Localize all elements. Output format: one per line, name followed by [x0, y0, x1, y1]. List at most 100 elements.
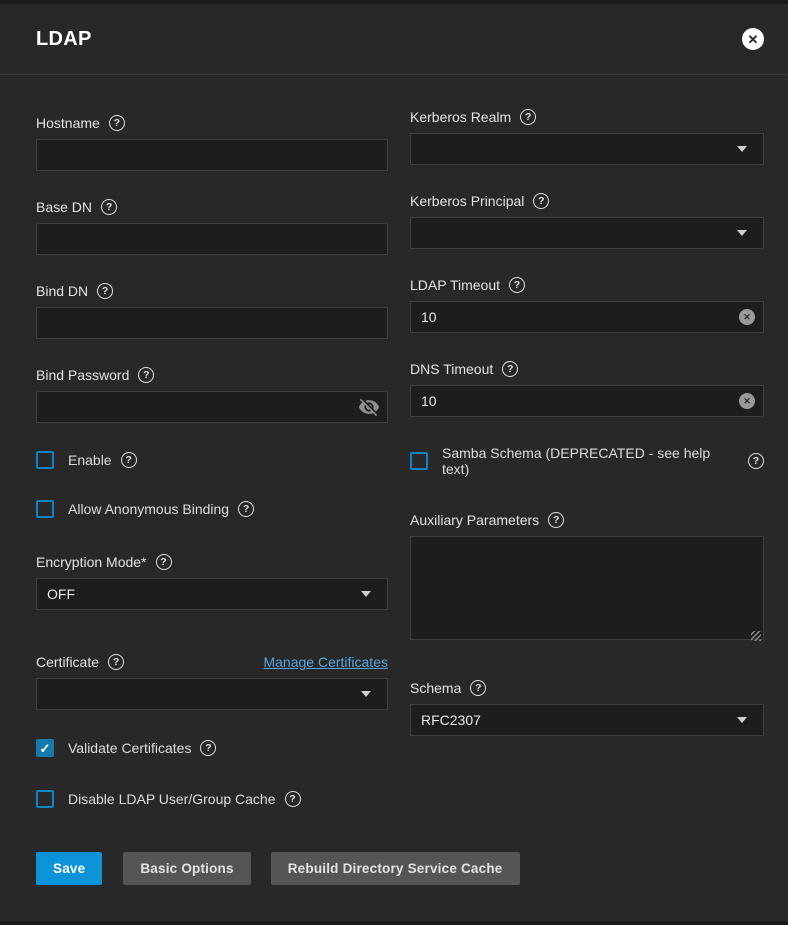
ldap-timeout-label: LDAP Timeout — [410, 277, 500, 293]
kerberos-realm-label-row: Kerberos Realm ? — [410, 109, 764, 125]
bind-dn-label-row: Bind DN ? — [36, 283, 388, 299]
certificate-select[interactable] — [36, 678, 388, 710]
dialog-title: LDAP — [36, 28, 92, 51]
allow-anonymous-binding-help-icon[interactable]: ? — [238, 501, 254, 517]
bind-password-label: Bind Password — [36, 367, 129, 383]
schema-label-row: Schema ? — [410, 680, 764, 696]
certificate-label: Certificate — [36, 654, 99, 670]
bind-dn-label: Bind DN — [36, 283, 88, 299]
certificate-help-icon[interactable]: ? — [108, 654, 124, 670]
disable-ldap-cache-checkbox[interactable] — [36, 790, 54, 808]
toggle-password-visibility-icon[interactable] — [358, 396, 380, 418]
enable-help-icon[interactable]: ? — [121, 452, 137, 468]
right-column: Kerberos Realm ? Kerberos Principal ? — [410, 109, 764, 808]
kerberos-principal-group: Kerberos Principal ? — [410, 193, 764, 249]
encryption-mode-label: Encryption Mode* — [36, 554, 147, 570]
encryption-mode-label-row: Encryption Mode* ? — [36, 554, 388, 570]
allow-anonymous-binding-row: Allow Anonymous Binding ? — [36, 500, 388, 518]
enable-checkbox[interactable] — [36, 451, 54, 469]
ldap-timeout-clear-icon[interactable]: ✕ — [739, 309, 755, 325]
base-dn-input[interactable] — [36, 223, 388, 255]
chevron-down-icon — [737, 146, 747, 152]
footer-actions: Save Basic Options Rebuild Directory Ser… — [0, 808, 788, 885]
auxiliary-parameters-label: Auxiliary Parameters — [410, 512, 539, 528]
manage-certificates-link[interactable]: Manage Certificates — [263, 654, 388, 670]
bind-dn-group: Bind DN ? — [36, 283, 388, 339]
bind-password-group: Bind Password ? — [36, 367, 388, 423]
disable-ldap-cache-help-icon[interactable]: ? — [285, 791, 301, 807]
kerberos-principal-help-icon[interactable]: ? — [533, 193, 549, 209]
disable-ldap-cache-label: Disable LDAP User/Group Cache — [68, 791, 276, 807]
auxiliary-parameters-help-icon[interactable]: ? — [548, 512, 564, 528]
auxiliary-parameters-textarea[interactable] — [410, 536, 764, 640]
hostname-label: Hostname — [36, 115, 100, 131]
hostname-label-row: Hostname ? — [36, 115, 388, 131]
schema-value: RFC2307 — [421, 712, 481, 728]
samba-schema-help-icon[interactable]: ? — [748, 453, 764, 469]
kerberos-principal-label: Kerberos Principal — [410, 193, 524, 209]
bind-dn-input[interactable] — [36, 307, 388, 339]
allow-anonymous-binding-checkbox[interactable] — [36, 500, 54, 518]
schema-label: Schema — [410, 680, 461, 696]
ldap-dialog: LDAP ✕ Hostname ? Base DN ? — [0, 4, 788, 921]
basic-options-button[interactable]: Basic Options — [123, 852, 250, 885]
chevron-down-icon — [361, 691, 371, 697]
hostname-help-icon[interactable]: ? — [109, 115, 125, 131]
encryption-mode-help-icon[interactable]: ? — [156, 554, 172, 570]
base-dn-label: Base DN — [36, 199, 92, 215]
schema-group: Schema ? RFC2307 — [410, 680, 764, 736]
dns-timeout-help-icon[interactable]: ? — [502, 361, 518, 377]
ldap-timeout-group: LDAP Timeout ? ✕ — [410, 277, 764, 333]
bind-password-help-icon[interactable]: ? — [138, 367, 154, 383]
samba-schema-checkbox[interactable] — [410, 452, 428, 470]
encryption-mode-group: Encryption Mode* ? OFF — [36, 554, 388, 610]
kerberos-realm-label: Kerberos Realm — [410, 109, 511, 125]
form-content: Hostname ? Base DN ? Bind DN ? — [0, 75, 788, 808]
chevron-down-icon — [737, 230, 747, 236]
dns-timeout-group: DNS Timeout ? ✕ — [410, 361, 764, 417]
bind-dn-help-icon[interactable]: ? — [97, 283, 113, 299]
bind-password-input[interactable] — [36, 391, 388, 423]
dns-timeout-clear-icon[interactable]: ✕ — [739, 393, 755, 409]
validate-certificates-label: Validate Certificates — [68, 740, 191, 756]
base-dn-group: Base DN ? — [36, 199, 388, 255]
save-button[interactable]: Save — [36, 852, 102, 885]
rebuild-directory-service-cache-button[interactable]: Rebuild Directory Service Cache — [271, 852, 520, 885]
chevron-down-icon — [737, 717, 747, 723]
left-column: Hostname ? Base DN ? Bind DN ? — [36, 115, 388, 808]
textarea-resize-handle[interactable] — [751, 631, 761, 641]
auxiliary-parameters-label-row: Auxiliary Parameters ? — [410, 512, 764, 528]
hostname-group: Hostname ? — [36, 115, 388, 171]
ldap-timeout-help-icon[interactable]: ? — [509, 277, 525, 293]
validate-certificates-checkbox[interactable] — [36, 739, 54, 757]
base-dn-label-row: Base DN ? — [36, 199, 388, 215]
dns-timeout-label-row: DNS Timeout ? — [410, 361, 764, 377]
ldap-timeout-label-row: LDAP Timeout ? — [410, 277, 764, 293]
schema-help-icon[interactable]: ? — [470, 680, 486, 696]
encryption-mode-select[interactable]: OFF — [36, 578, 388, 610]
validate-certificates-help-icon[interactable]: ? — [200, 740, 216, 756]
kerberos-realm-help-icon[interactable]: ? — [520, 109, 536, 125]
close-icon[interactable]: ✕ — [742, 28, 764, 50]
dns-timeout-input[interactable] — [410, 385, 764, 417]
encryption-mode-value: OFF — [47, 586, 75, 602]
kerberos-principal-select[interactable] — [410, 217, 764, 249]
dialog-header: LDAP ✕ — [0, 4, 788, 75]
kerberos-realm-group: Kerberos Realm ? — [410, 109, 764, 165]
bind-password-label-row: Bind Password ? — [36, 367, 388, 383]
base-dn-help-icon[interactable]: ? — [101, 199, 117, 215]
samba-schema-row: Samba Schema (DEPRECATED - see help text… — [410, 445, 764, 477]
chevron-down-icon — [361, 591, 371, 597]
validate-certificates-row: Validate Certificates ? — [36, 739, 388, 757]
enable-label: Enable — [68, 452, 112, 468]
schema-select[interactable]: RFC2307 — [410, 704, 764, 736]
kerberos-realm-select[interactable] — [410, 133, 764, 165]
samba-schema-label: Samba Schema (DEPRECATED - see help text… — [442, 445, 739, 477]
enable-row: Enable ? — [36, 451, 388, 469]
ldap-timeout-input[interactable] — [410, 301, 764, 333]
certificate-group: Certificate ? Manage Certificates — [36, 654, 388, 710]
hostname-input[interactable] — [36, 139, 388, 171]
allow-anonymous-binding-label: Allow Anonymous Binding — [68, 501, 229, 517]
disable-ldap-cache-row: Disable LDAP User/Group Cache ? — [36, 790, 388, 808]
auxiliary-parameters-group: Auxiliary Parameters ? — [410, 512, 764, 645]
